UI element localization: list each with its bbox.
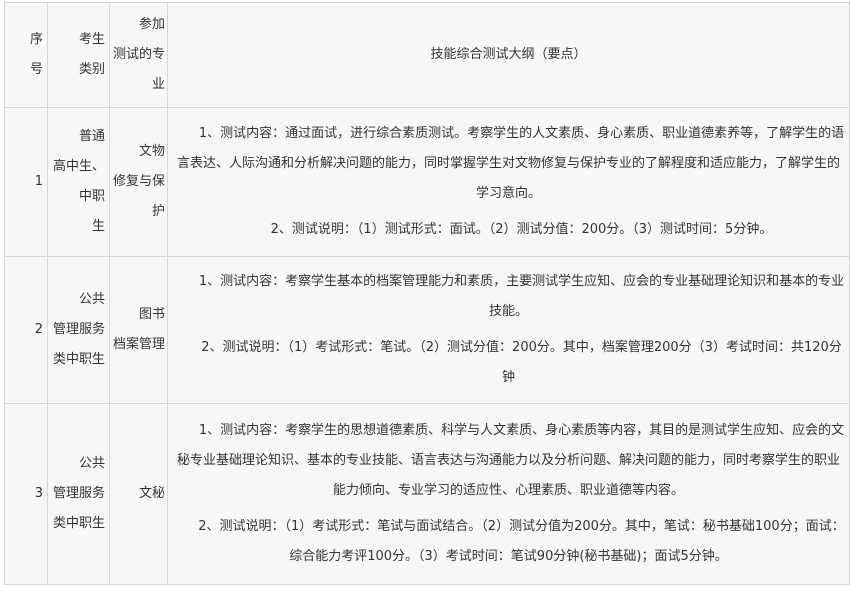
row-category: 公共 管理服务 类中职生 xyxy=(52,292,105,367)
row-num: 3 xyxy=(34,486,43,501)
row-major: 文秘 xyxy=(138,486,165,501)
header-num-cell: 序 号 xyxy=(4,2,48,108)
table-row: 3 公共 管理服务 类中职生 文秘 1、测试内容：考察学生的思想道德素质、科学与… xyxy=(4,403,850,585)
page: 序 号 考生 类别 参加 测试的专 业 技能综合测试大纲（要点） 1 普通 高中… xyxy=(0,0,852,585)
header-num: 序 号 xyxy=(29,32,43,77)
row-category-cell: 公共 管理服务 类中职生 xyxy=(47,256,110,404)
row-content-2: 2、测试说明：（1）测试形式：面试。（2）测试分值：200分。（3）测试时间：5… xyxy=(270,222,773,237)
row-category: 普通 高中生、 中职 生 xyxy=(52,129,105,234)
header-content-cell: 技能综合测试大纲（要点） xyxy=(167,2,850,108)
row-major-cell: 图书 档案管理 xyxy=(109,256,168,404)
row-content-2: 2、测试说明：（1）考试形式：笔试。（2）测试分值：200分。其中，档案管理20… xyxy=(201,340,842,385)
row-major: 文物 修复与保 护 xyxy=(112,144,165,219)
row-major-cell: 文秘 xyxy=(109,403,168,585)
header-major: 参加 测试的专 业 xyxy=(112,17,165,92)
row-num-cell: 3 xyxy=(4,403,48,585)
row-num: 1 xyxy=(34,174,43,189)
header-category-cell: 考生 类别 xyxy=(47,2,110,108)
row-category: 公共 管理服务 类中职生 xyxy=(52,456,105,531)
row-content-cell: 1、测试内容：考察学生基本的档案管理能力和素质，主要测试学生应知、应会的专业基础… xyxy=(167,256,850,404)
header-content: 技能综合测试大纲（要点） xyxy=(430,47,587,62)
row-content-1: 1、测试内容：通过面试，进行综合素质测试。考察学生的人文素质、身心素质、职业道德… xyxy=(176,126,845,201)
row-category-cell: 普通 高中生、 中职 生 xyxy=(47,107,110,257)
table-header-row: 序 号 考生 类别 参加 测试的专 业 技能综合测试大纲（要点） xyxy=(4,2,850,108)
row-major: 图书 档案管理 xyxy=(112,307,165,352)
table-row: 1 普通 高中生、 中职 生 文物 修复与保 护 1、测试内容：通过面试，进行综… xyxy=(4,107,850,257)
header-category: 考生 类别 xyxy=(78,32,105,77)
row-content-cell: 1、测试内容：考察学生的思想道德素质、科学与人文素质、身心素质等内容，其目的是测… xyxy=(167,403,850,585)
row-num-cell: 1 xyxy=(4,107,48,257)
row-major-cell: 文物 修复与保 护 xyxy=(109,107,168,257)
row-num-cell: 2 xyxy=(4,256,48,404)
row-content-1: 1、测试内容：考察学生的思想道德素质、科学与人文素质、身心素质等内容，其目的是测… xyxy=(176,423,845,498)
syllabus-table: 序 号 考生 类别 参加 测试的专 业 技能综合测试大纲（要点） 1 普通 高中… xyxy=(4,2,850,585)
table-row: 2 公共 管理服务 类中职生 图书 档案管理 1、测试内容：考察学生基本的档案管… xyxy=(4,256,850,404)
header-major-cell: 参加 测试的专 业 xyxy=(109,2,168,108)
row-content-1: 1、测试内容：考察学生基本的档案管理能力和素质，主要测试学生应知、应会的专业基础… xyxy=(198,274,845,319)
row-content-2: 2、测试说明：（1）考试形式：笔试与面试结合。（2）测试分值为200分。其中，笔… xyxy=(198,519,845,564)
row-category-cell: 公共 管理服务 类中职生 xyxy=(47,403,110,585)
row-num: 2 xyxy=(34,322,43,337)
row-content-cell: 1、测试内容：通过面试，进行综合素质测试。考察学生的人文素质、身心素质、职业道德… xyxy=(167,107,850,257)
